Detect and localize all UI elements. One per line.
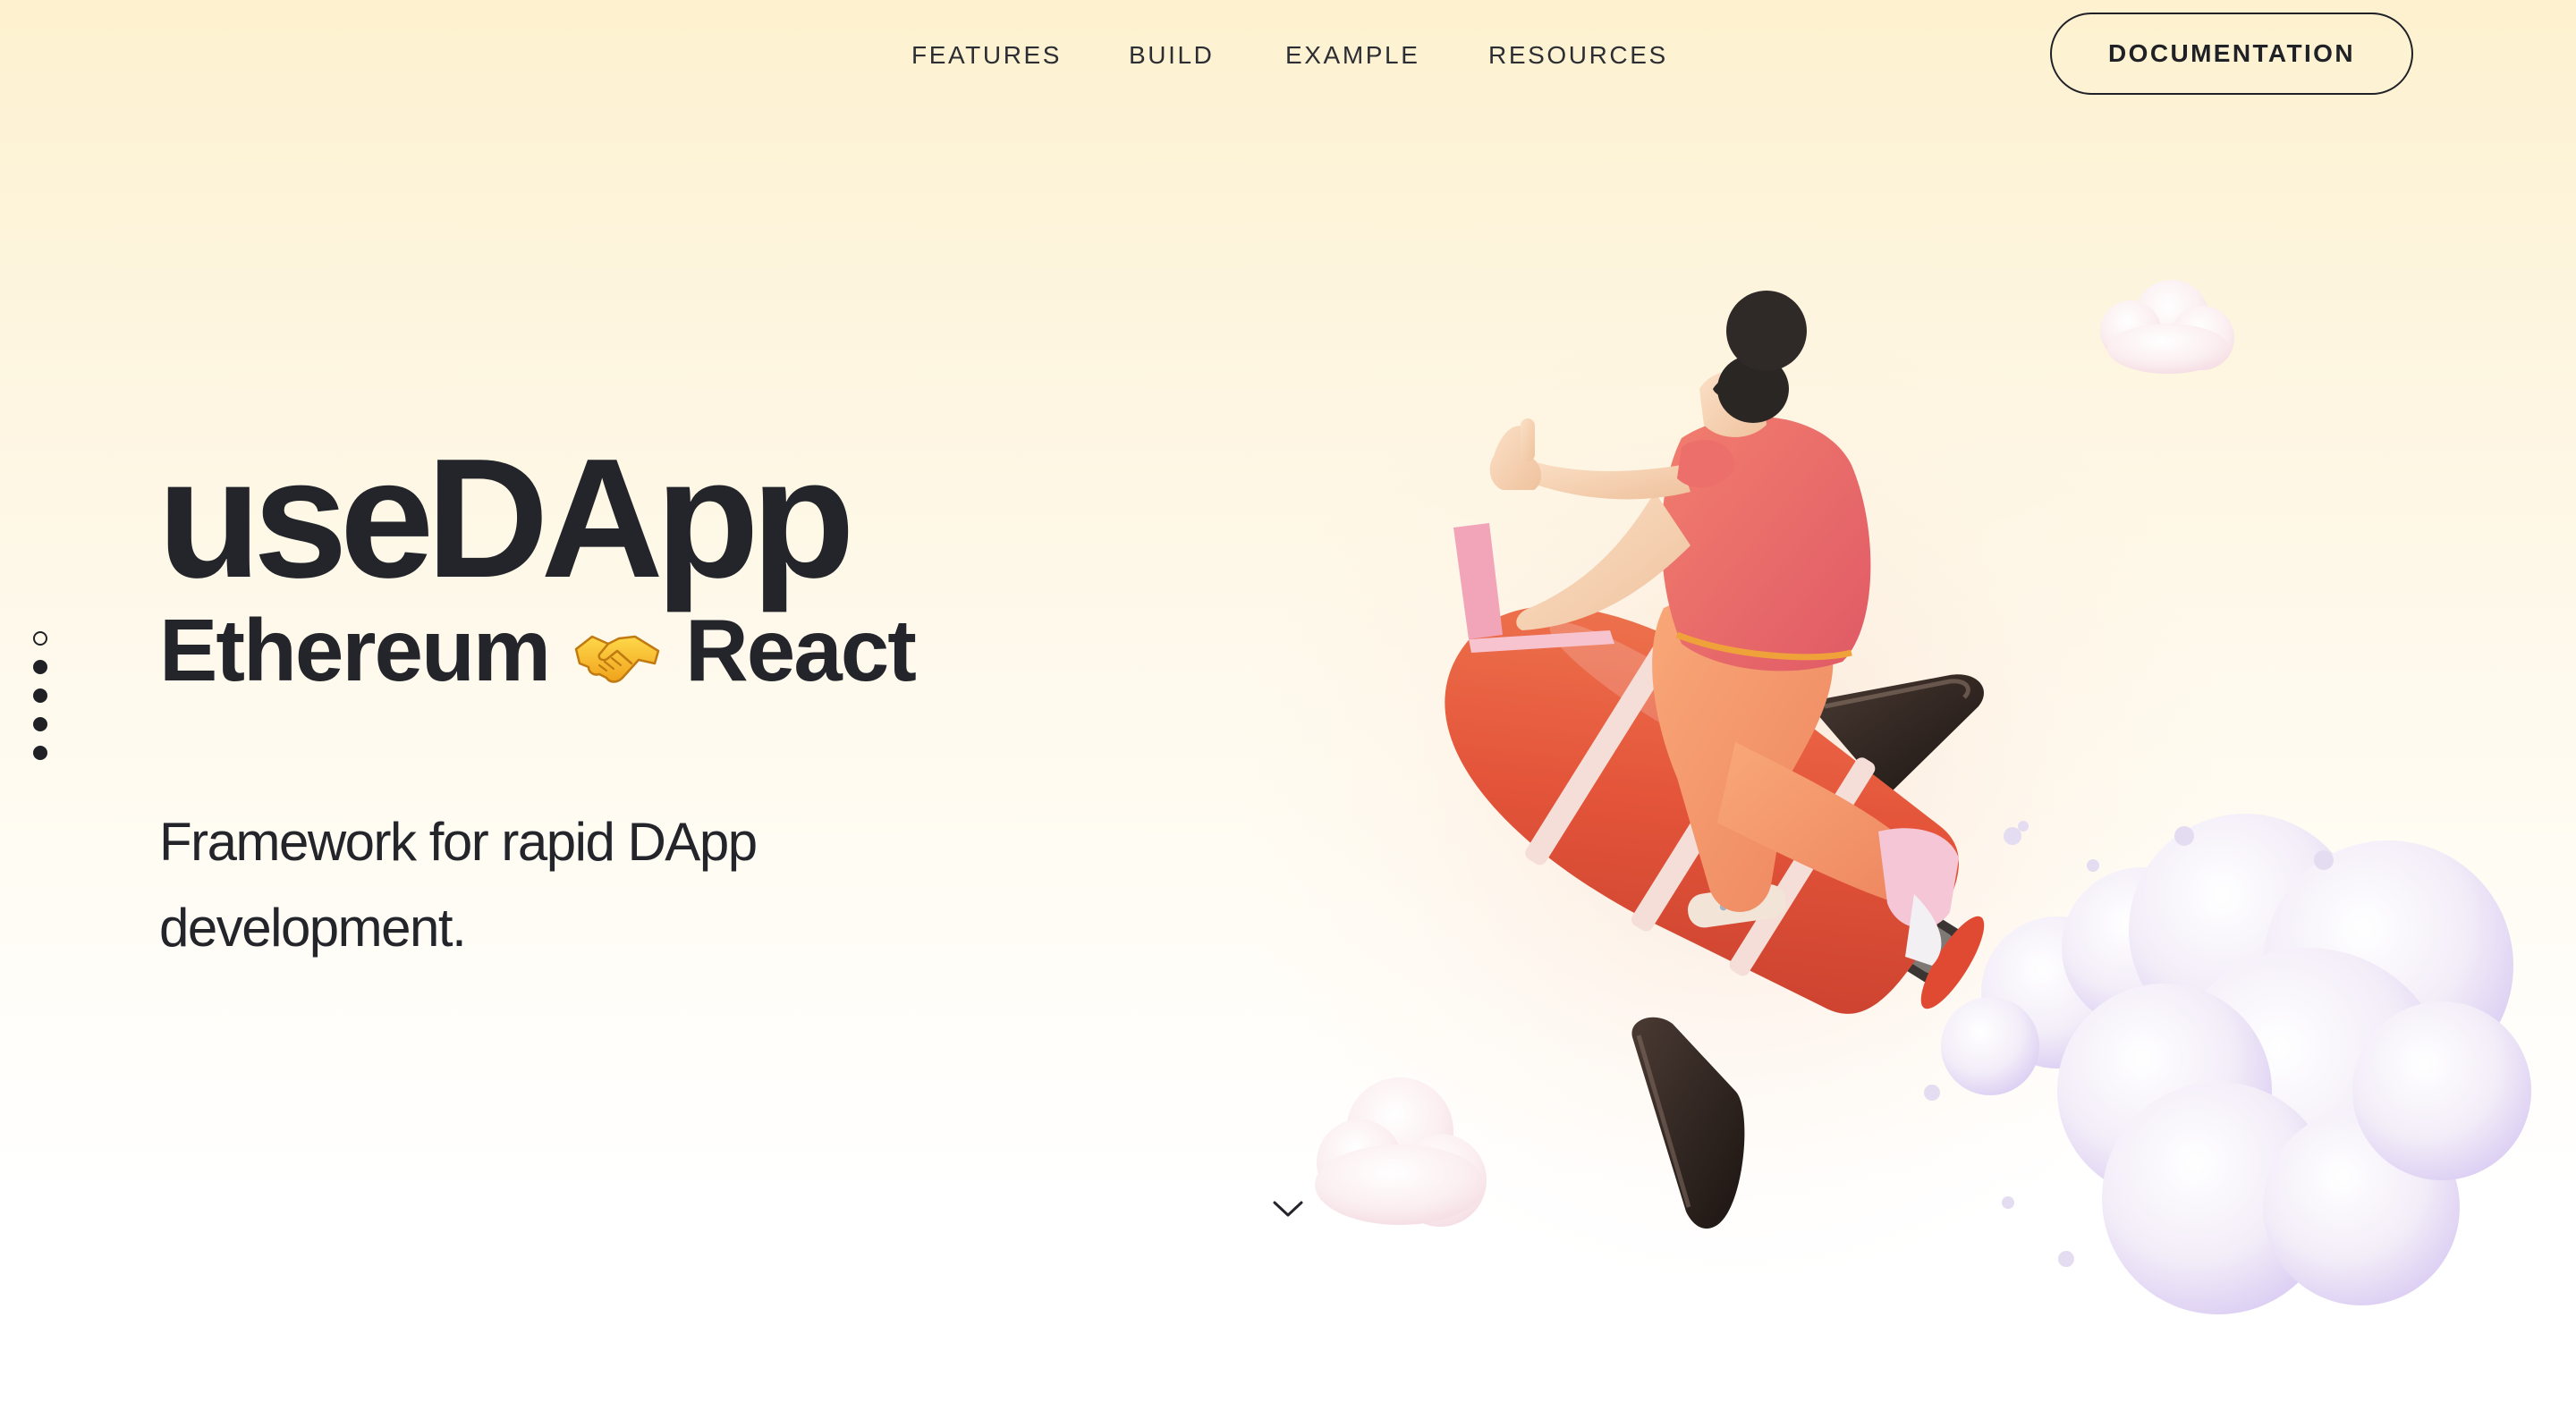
hero-subtitle: Ethereum React bbox=[159, 601, 917, 699]
rocket-rider-illustration bbox=[1234, 206, 2549, 1368]
section-dot-2[interactable] bbox=[33, 660, 47, 674]
section-dot-4[interactable] bbox=[33, 717, 47, 731]
nav-link-example[interactable]: EXAMPLE bbox=[1285, 39, 1419, 72]
nav-link-features[interactable]: FEATURES bbox=[911, 39, 1062, 72]
nav-link-resources[interactable]: RESOURCES bbox=[1488, 39, 1668, 72]
top-nav: FEATURES BUILD EXAMPLE RESOURCES DOCUMEN… bbox=[0, 0, 2576, 114]
section-dot-1[interactable] bbox=[33, 631, 47, 646]
nav-link-build[interactable]: BUILD bbox=[1129, 39, 1214, 72]
section-dots-nav bbox=[33, 631, 51, 765]
subtitle-ethereum: Ethereum bbox=[159, 601, 551, 699]
section-dot-5[interactable] bbox=[33, 746, 47, 760]
section-dot-3[interactable] bbox=[33, 688, 47, 703]
documentation-button[interactable]: DOCUMENTATION bbox=[2050, 13, 2413, 95]
hero-description: Framework for rapid DApp development. bbox=[159, 812, 758, 958]
handshake-icon bbox=[572, 616, 662, 688]
subtitle-react: React bbox=[685, 601, 917, 699]
hero-title: useDApp bbox=[157, 424, 855, 613]
